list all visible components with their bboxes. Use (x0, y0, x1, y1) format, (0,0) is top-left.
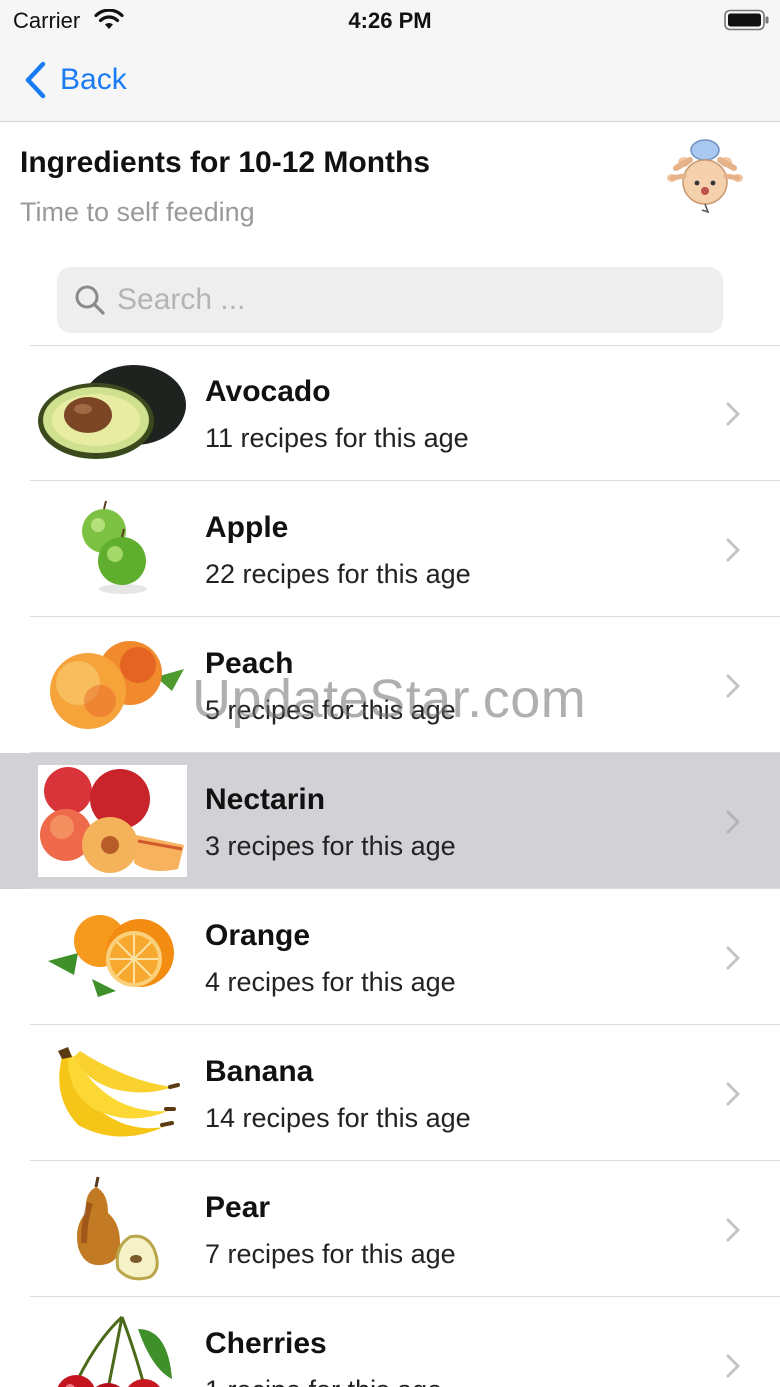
ingredient-name: Nectarin (205, 783, 326, 816)
banana-image (58, 1047, 180, 1137)
avocado-image (38, 365, 186, 459)
chevron-right-icon (726, 1354, 740, 1378)
ingredient-name: Avocado (205, 375, 331, 408)
recipe-count: 14 recipes for this age (205, 1103, 471, 1133)
baby-logo-icon (667, 139, 743, 214)
chevron-right-icon (726, 674, 740, 698)
ingredient-name: Pear (205, 1191, 271, 1224)
peach-image (50, 641, 184, 729)
nectarin-image (38, 765, 187, 877)
recipe-count: 3 recipes for this age (205, 831, 456, 861)
ingredient-name: Cherries (205, 1327, 327, 1360)
cherries-image (57, 1315, 172, 1387)
apple-image (82, 500, 147, 594)
status-bar: Carrier 4:26 PM (0, 0, 780, 40)
ingredient-name: Banana (205, 1055, 314, 1088)
recipe-count: 4 recipes for this age (205, 967, 456, 997)
chevron-left-icon (25, 61, 46, 99)
chevron-right-icon (726, 946, 740, 970)
chevron-right-icon (726, 810, 740, 834)
chevron-right-icon (726, 402, 740, 426)
list-item-apple[interactable]: Apple 22 recipes for this age (0, 481, 780, 617)
list-item-nectarin[interactable]: Nectarin 3 recipes for this age (0, 753, 780, 889)
ingredient-name: Apple (205, 511, 289, 544)
list-item-pear[interactable]: Pear 7 recipes for this age (0, 1161, 780, 1297)
chevron-right-icon (726, 1218, 740, 1242)
page-subtitle: Time to self feeding (20, 197, 255, 227)
chevron-right-icon (726, 538, 740, 562)
recipe-count: 11 recipes for this age (205, 423, 469, 453)
recipe-count: 1 recipe for this age (205, 1375, 442, 1387)
search-bar[interactable] (57, 267, 723, 333)
ingredient-name: Orange (205, 919, 311, 952)
page-title: Ingredients for 10-12 Months (20, 146, 431, 179)
list-item-cherries[interactable]: Cherries 1 recipe for this age (0, 1297, 780, 1387)
ingredient-name: Peach (205, 647, 294, 680)
navigation-bar: Back (0, 40, 780, 122)
recipe-count: 7 recipes for this age (205, 1239, 456, 1269)
list-item-orange[interactable]: Orange 4 recipes for this age (0, 889, 780, 1025)
list-item-banana[interactable]: Banana 14 recipes for this age (0, 1025, 780, 1161)
recipe-count: 5 recipes for this age (205, 695, 456, 725)
recipe-count: 22 recipes for this age (205, 559, 471, 589)
back-button[interactable]: Back (22, 58, 127, 102)
chevron-right-icon (726, 1082, 740, 1106)
search-input[interactable] (117, 283, 677, 317)
ingredient-list: Avocado 11 recipes for this age Apple 22… (0, 345, 780, 1387)
page-header: Ingredients for 10-12 Months Time to sel… (0, 122, 780, 252)
battery-icon (724, 9, 769, 31)
clock: 4:26 PM (348, 8, 432, 33)
search-icon (75, 285, 105, 315)
back-label: Back (60, 63, 127, 96)
pear-image (77, 1176, 159, 1281)
list-item-avocado[interactable]: Avocado 11 recipes for this age (0, 345, 780, 481)
orange-image (48, 915, 174, 997)
list-item-peach[interactable]: Peach 5 recipes for this age (0, 617, 780, 753)
